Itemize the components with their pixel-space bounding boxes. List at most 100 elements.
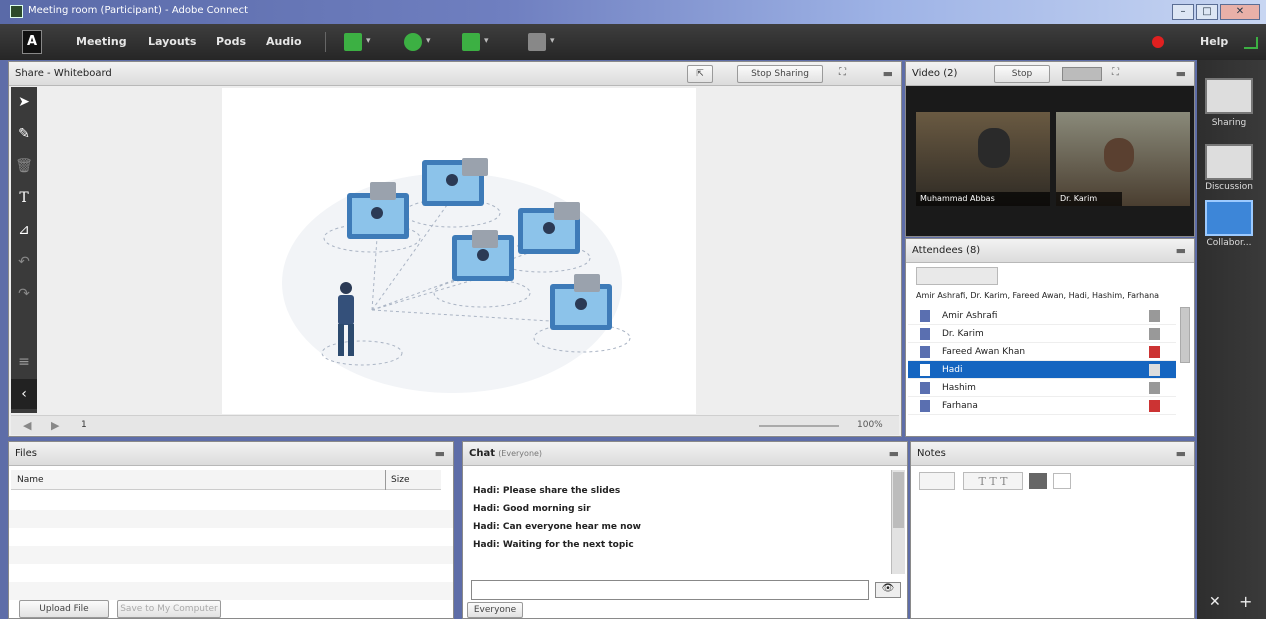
- zoom-level[interactable]: 100%: [857, 420, 883, 430]
- raise-hand-icon[interactable]: [528, 33, 546, 51]
- pod-options-icon[interactable]: ▬: [435, 447, 445, 460]
- video-pod: Video (2) Stop ⛶ ▬ Muhammad Abbas Dr. Ka…: [905, 61, 1195, 237]
- scrollbar-thumb[interactable]: [893, 472, 904, 528]
- text-format-buttons[interactable]: T T T: [963, 472, 1023, 490]
- webcam-icon[interactable]: [462, 33, 480, 51]
- fullscreen-icon[interactable]: ⛶: [839, 67, 846, 78]
- list-item[interactable]: Amir Ashrafi: [908, 307, 1176, 325]
- menu-meeting[interactable]: Meeting: [76, 35, 127, 48]
- list-item[interactable]: Hashim: [908, 379, 1176, 397]
- chat-input[interactable]: [471, 580, 869, 600]
- app-icon: [10, 5, 23, 18]
- pod-options-icon[interactable]: ▬: [1176, 447, 1186, 460]
- chat-message: Hadi: Can everyone hear me now: [473, 522, 641, 532]
- upload-file-button[interactable]: Upload File: [19, 600, 109, 618]
- participant-silhouette: [1104, 138, 1134, 172]
- menu-pods[interactable]: Pods: [216, 35, 246, 48]
- layout-label: Discussion: [1205, 182, 1253, 192]
- menu-layouts[interactable]: Layouts: [148, 35, 196, 48]
- stop-sharing-button[interactable]: Stop Sharing: [737, 65, 823, 83]
- video-pod-title: Video (2): [912, 68, 958, 79]
- add-layout-icon[interactable]: +: [1239, 592, 1252, 611]
- previous-page-icon[interactable]: ◀: [23, 419, 31, 432]
- redo-icon[interactable]: ↷: [11, 279, 37, 309]
- share-pod: Share - Whiteboard ⇱ Stop Sharing ⛶ ▬ ◀ …: [8, 61, 902, 437]
- list-item-selected[interactable]: Hadi: [908, 361, 1176, 379]
- list-item[interactable]: Farhana: [908, 397, 1176, 415]
- network-illustration: [282, 158, 631, 393]
- chevron-down-icon[interactable]: ▾: [366, 36, 371, 46]
- layout-discussion-icon[interactable]: [1205, 144, 1253, 180]
- menu-audio[interactable]: Audio: [266, 35, 302, 48]
- collapse-toolbar-icon[interactable]: ‹: [11, 379, 37, 409]
- video-name-label: Dr. Karim: [1056, 192, 1122, 206]
- participant-silhouette: [978, 128, 1010, 168]
- text-tool-icon[interactable]: T: [11, 183, 37, 213]
- zoom-slider[interactable]: [759, 425, 839, 427]
- next-page-icon[interactable]: ▶: [51, 419, 59, 432]
- chevron-down-icon[interactable]: ▾: [550, 36, 555, 46]
- notes-pod: Notes ▬ T T T: [910, 441, 1195, 619]
- pod-options-icon[interactable]: ▬: [1176, 244, 1186, 257]
- record-indicator-icon: [1152, 36, 1164, 48]
- video-pod-header: Video (2) Stop ⛶ ▬: [906, 62, 1194, 86]
- share-pod-header: Share - Whiteboard ⇱ Stop Sharing ⛶ ▬: [9, 62, 901, 86]
- stop-video-button[interactable]: Stop: [994, 65, 1050, 83]
- connection-status-icon: [1244, 37, 1258, 49]
- chevron-down-icon[interactable]: ▾: [484, 36, 489, 46]
- scrollbar[interactable]: [1180, 307, 1190, 363]
- bullet-list-icon[interactable]: [1053, 473, 1071, 489]
- menu-help[interactable]: Help: [1200, 35, 1228, 48]
- text-color-icon[interactable]: [1029, 473, 1047, 489]
- list-item[interactable]: Fareed Awan Khan: [908, 343, 1176, 361]
- files-table-header: Name Size: [11, 470, 441, 490]
- column-header-name[interactable]: Name: [17, 475, 44, 485]
- undo-icon[interactable]: ↶: [11, 247, 37, 277]
- files-pod-title: Files: [15, 448, 37, 459]
- chat-message: Hadi: Please share the slides: [473, 486, 621, 496]
- pod-options-icon[interactable]: ▬: [889, 447, 899, 460]
- send-message-icon[interactable]: 👁: [875, 582, 901, 598]
- video-layout-icon[interactable]: [1062, 67, 1102, 81]
- pencil-tool-icon[interactable]: ✎: [11, 119, 37, 149]
- table-row: [9, 546, 453, 564]
- font-size-select[interactable]: [919, 472, 955, 490]
- attendee-summary: Amir Ashrafi, Dr. Karim, Fareed Awan, Ha…: [916, 291, 1160, 300]
- close-button[interactable]: ✕: [1220, 4, 1260, 20]
- pointer-button[interactable]: ⇱: [687, 65, 713, 83]
- microphone-icon[interactable]: [404, 33, 422, 51]
- list-item[interactable]: Dr. Karim: [908, 325, 1176, 343]
- layout-collaboration-icon[interactable]: [1205, 200, 1253, 236]
- chevron-down-icon[interactable]: ▾: [426, 36, 431, 46]
- maximize-button[interactable]: □: [1196, 4, 1218, 20]
- chat-tab-everyone[interactable]: Everyone: [467, 602, 523, 618]
- speaker-icon[interactable]: [344, 33, 362, 51]
- video-feed-2[interactable]: Dr. Karim: [1056, 112, 1190, 206]
- table-row: [9, 510, 453, 528]
- fullscreen-icon[interactable]: ⛶: [1112, 67, 1119, 78]
- scrollbar[interactable]: [891, 470, 905, 574]
- attendee-view-toggle[interactable]: [916, 267, 998, 285]
- minimize-button[interactable]: –: [1172, 4, 1194, 20]
- whiteboard-toolbar: ➤ ✎ 🗑 T ⊿ ↶ ↷ ≡ ‹: [11, 87, 37, 413]
- more-tools-icon[interactable]: ≡: [11, 347, 37, 377]
- window-title: Meeting room (Participant) - Adobe Conne…: [28, 5, 248, 16]
- chat-subtitle: (Everyone): [498, 449, 543, 458]
- layout-sharing-icon[interactable]: [1205, 78, 1253, 114]
- settings-icon[interactable]: ✕: [1209, 594, 1221, 610]
- menu-bar: A Meeting Layouts Pods Audio ▾ ▾ ▾ ▾ Hel…: [0, 24, 1266, 60]
- video-name-label: Muhammad Abbas: [916, 192, 1050, 206]
- video-feed-1[interactable]: Muhammad Abbas: [916, 112, 1050, 206]
- pod-options-icon[interactable]: ▬: [1176, 67, 1186, 80]
- notes-pod-header: Notes ▬: [911, 442, 1194, 466]
- whiteboard-canvas[interactable]: [222, 88, 696, 414]
- layout-label: Collabor...: [1206, 238, 1252, 248]
- column-header-size[interactable]: Size: [391, 475, 409, 485]
- selection-tool-icon[interactable]: ➤: [11, 87, 37, 117]
- divider: [385, 470, 386, 490]
- shape-tool-icon[interactable]: ⊿: [11, 215, 37, 245]
- delete-tool-icon[interactable]: 🗑: [11, 151, 37, 181]
- save-to-computer-button[interactable]: Save to My Computer: [117, 600, 221, 618]
- attendees-pod-title: Attendees (8): [912, 245, 981, 256]
- pod-options-icon[interactable]: ▬: [883, 67, 893, 80]
